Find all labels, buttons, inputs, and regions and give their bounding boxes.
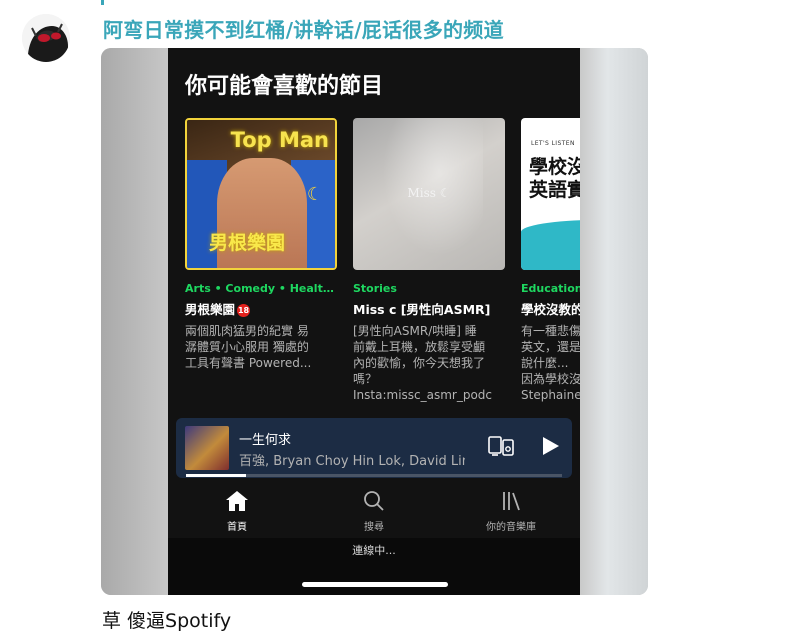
- show-description: 兩個肌肉猛男的紀實 易 潺體質小心服用 獨處的 工具有聲書 Powered...: [185, 324, 312, 370]
- connect-device-icon[interactable]: [488, 435, 514, 457]
- show-cover-3: LET'S LISTEN 學校沒 英語實: [521, 118, 580, 270]
- library-icon: [503, 492, 520, 511]
- track-artwork: [185, 426, 229, 470]
- home-indicator[interactable]: [302, 582, 448, 587]
- cover-title: 學校沒 英語實: [529, 156, 580, 202]
- show-name: 學校沒教的: [521, 302, 580, 317]
- explicit-18-badge: 18: [237, 304, 251, 317]
- track-artist: 百強, Bryan Choy Hin Lok, David Lin: [239, 454, 465, 469]
- show-description: [男性向ASMR/哄睡] 睡 前戴上耳機，放鬆享受顱 內的歡愉，你今天想我了 嗎…: [353, 324, 493, 402]
- play-icon[interactable]: [539, 435, 561, 457]
- nav-library[interactable]: 你的音樂庫: [456, 490, 566, 533]
- cover-subtitle: 男根樂園: [209, 232, 286, 254]
- nav-search[interactable]: 搜尋: [319, 490, 429, 533]
- screenshot-image[interactable]: 你可能會喜歡的節目 Top Man ☾ 男根樂園 Arts • Comedy •…: [101, 48, 648, 595]
- chat-message: 阿弯日常摸不到红桶/讲幹话/屁话很多的频道 你可能會喜歡的節目 Top Man …: [0, 0, 800, 643]
- cover-kicker: LET'S LISTEN: [531, 140, 575, 147]
- connection-status: 連線中...: [352, 544, 396, 557]
- show-cover-1: Top Man ☾ 男根樂園: [185, 118, 337, 270]
- channel-title[interactable]: 阿弯日常摸不到红桶/讲幹话/屁话很多的频道: [103, 14, 504, 43]
- cover-title-line1: 學校沒: [529, 156, 580, 178]
- message-text: 草 傻逼Spotify: [102, 610, 232, 632]
- search-icon: [364, 491, 384, 511]
- mini-player[interactable]: 一生何求 百強, Bryan Choy Hin Lok, David Lin: [176, 418, 572, 478]
- show-category: Arts • Comedy • Health &...: [185, 282, 337, 295]
- home-icon: [226, 491, 248, 511]
- nav-library-label: 你的音樂庫: [486, 522, 536, 533]
- show-category: Educational: [521, 282, 580, 295]
- show-name-text: 男根樂園: [185, 302, 236, 317]
- nav-search-label: 搜尋: [364, 522, 384, 533]
- spotify-screen: 你可能會喜歡的節目 Top Man ☾ 男根樂園 Arts • Comedy •…: [168, 48, 580, 595]
- nav-home-label: 首頁: [227, 522, 247, 533]
- show-card-1[interactable]: Top Man ☾ 男根樂園 Arts • Comedy • Health &.…: [185, 118, 337, 419]
- connection-banner: 連線中...: [168, 538, 580, 595]
- show-name: 男根樂園 18: [185, 299, 337, 318]
- show-description: 有一種悲傷 英文，還是 說什麼... 因為學校沒 Stephaine: [521, 324, 580, 402]
- nav-home[interactable]: 首頁: [182, 490, 292, 533]
- bottom-nav: 首頁 搜尋 你的音樂庫: [168, 484, 580, 540]
- cover-logo: Miss ☾: [407, 186, 451, 200]
- reply-line: [101, 0, 104, 5]
- avatar[interactable]: [22, 14, 70, 62]
- blurred-background-right: [580, 48, 648, 595]
- track-title: 一生何求: [239, 433, 292, 448]
- show-name: Miss c [男性向ASMR]: [353, 302, 491, 317]
- avatar-image: [22, 14, 70, 62]
- show-card-2[interactable]: Miss ☾ Stories Miss c [男性向ASMR] [男性向ASMR…: [353, 118, 505, 419]
- cover-title-line2: 英語實: [529, 179, 580, 201]
- playback-progress-fill: [186, 474, 247, 477]
- show-cover-2: Miss ☾: [353, 118, 505, 270]
- show-card-3[interactable]: LET'S LISTEN 學校沒英語實 Educational 學校沒教的 有一…: [521, 118, 580, 419]
- show-category: Stories: [353, 282, 397, 295]
- playback-progress-bar[interactable]: [186, 474, 562, 477]
- blurred-background-left: [101, 48, 168, 595]
- cover-title: Top Man: [230, 128, 329, 152]
- section-title: 你可能會喜歡的節目: [185, 74, 384, 99]
